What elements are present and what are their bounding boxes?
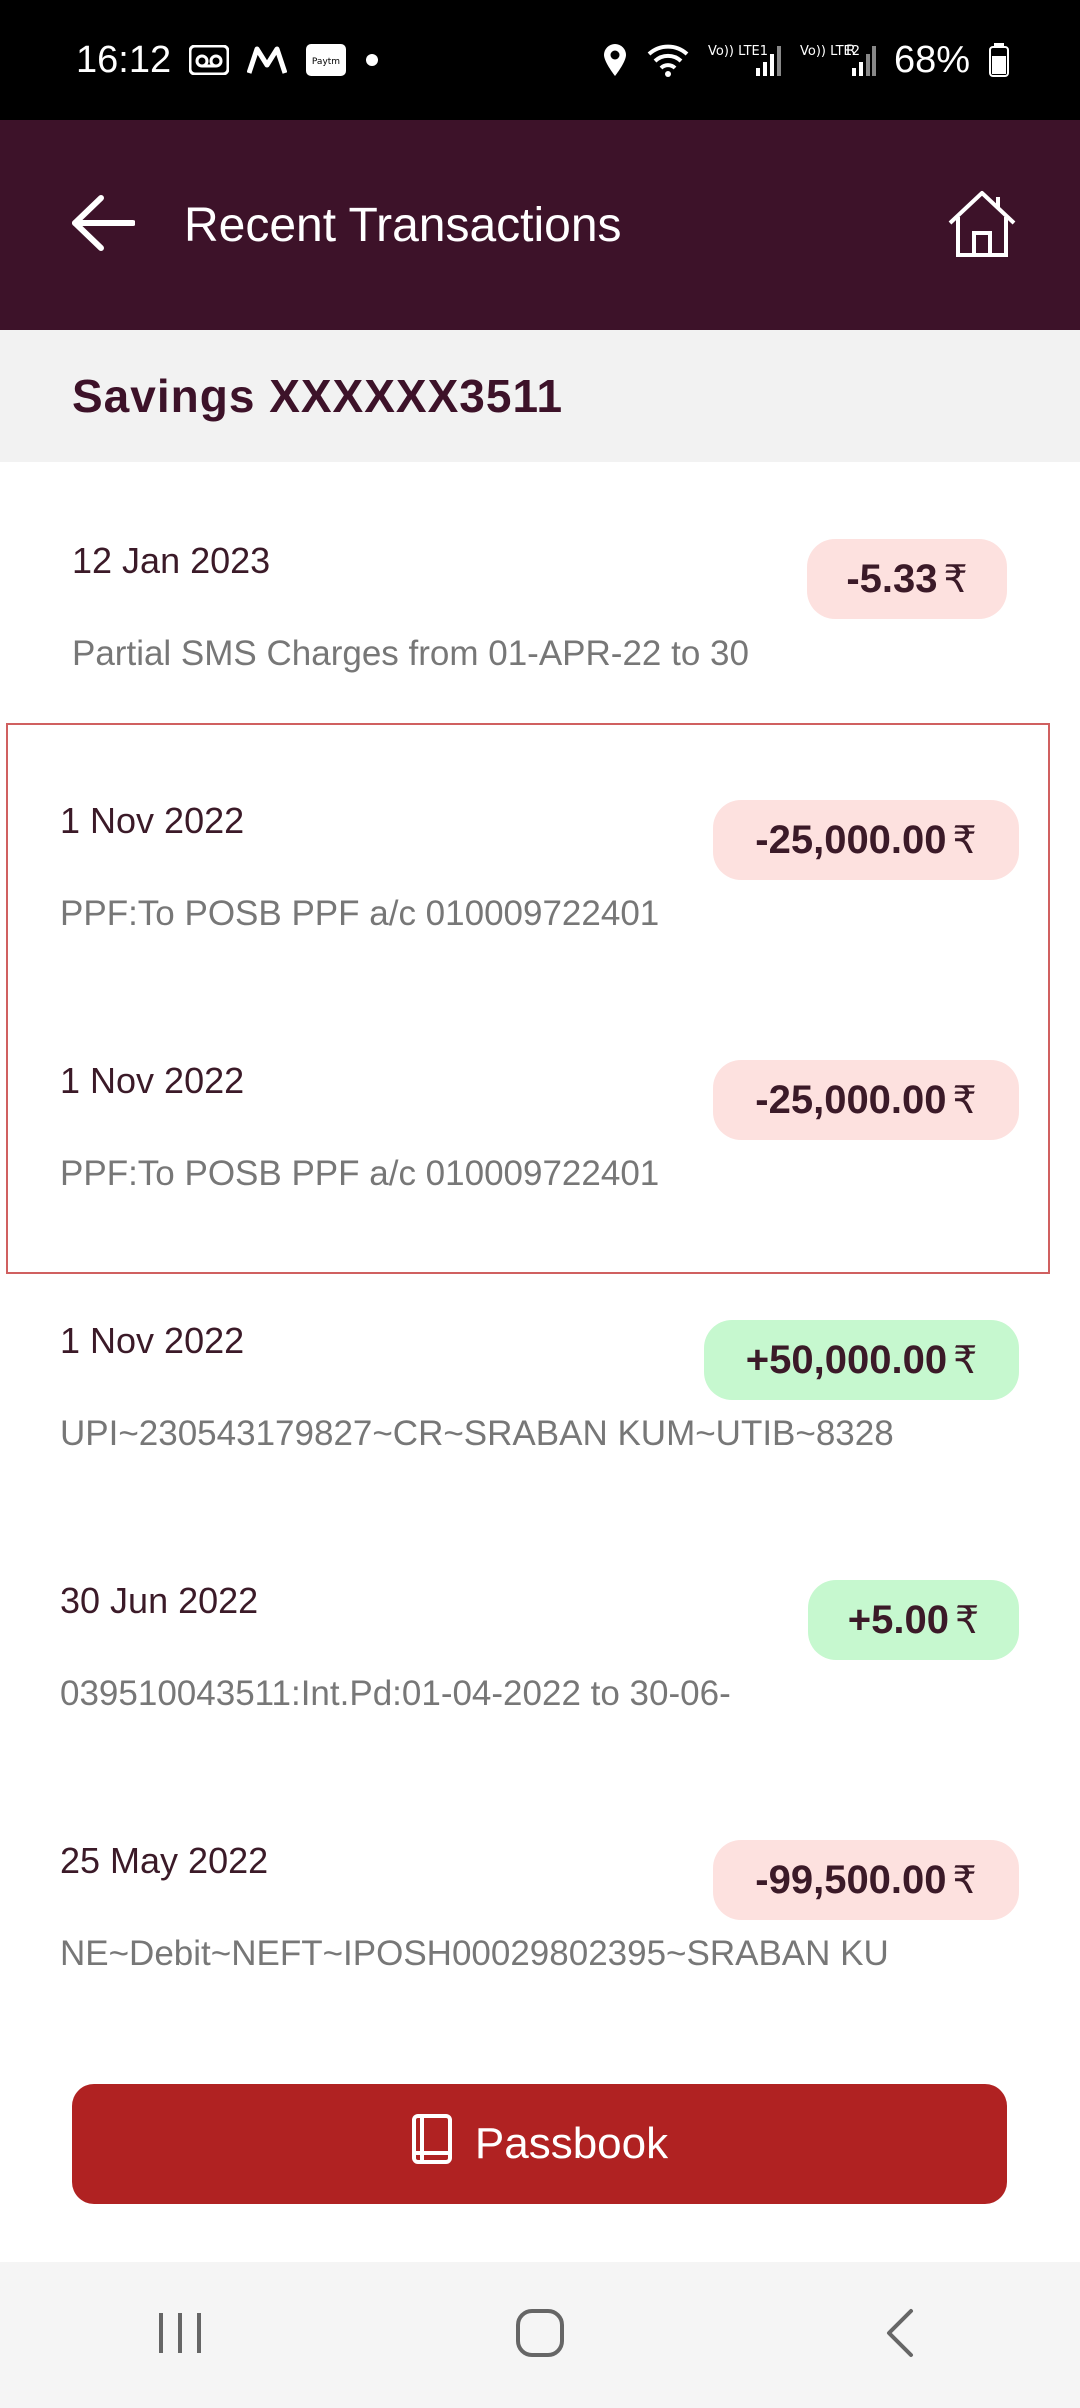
rupee-icon: ₹ [952, 819, 977, 862]
rupee-icon: ₹ [943, 558, 968, 601]
page-title: Recent Transactions [184, 198, 622, 252]
amount-value: -25,000.00 [755, 1077, 947, 1122]
transaction-item[interactable]: 1 Nov 2022 UPI~230543179827~CR~SRABAN KU… [0, 1300, 1080, 1480]
transaction-amount: +5.00 ₹ [808, 1580, 1019, 1660]
back-chevron-icon [885, 2308, 915, 2363]
rupee-icon: ₹ [952, 1859, 977, 1902]
amount-value: -25,000.00 [755, 817, 947, 862]
transaction-date: 1 Nov 2022 [60, 1060, 245, 1101]
status-time: 16:12 [76, 38, 172, 81]
status-bar: 16:12 Paytm Vo)) LTE1 Vo)) LTE2 R 68% [0, 0, 1080, 120]
transaction-item[interactable]: 1 Nov 2022 PPF:To POSB PPF a/c 010009722… [0, 780, 1080, 960]
transaction-item[interactable]: 30 Jun 2022 039510043511:Int.Pd:01-04-20… [0, 1560, 1080, 1740]
transaction-date: 25 May 2022 [60, 1840, 269, 1881]
rupee-icon: ₹ [952, 1079, 977, 1122]
transaction-item[interactable]: 25 May 2022 NE~Debit~NEFT~IPOSH000298023… [0, 1820, 1080, 2000]
home-icon [946, 187, 1018, 264]
transaction-date: 12 Jan 2023 [72, 540, 271, 581]
account-header: Savings XXXXXX3511 [0, 330, 1080, 462]
transaction-date: 1 Nov 2022 [60, 1320, 245, 1361]
paytm-icon: Paytm [305, 43, 347, 77]
transaction-description: 039510043511:Int.Pd:01-04-2022 to 30-06- [60, 1674, 731, 1713]
transaction-amount: -5.33 ₹ [807, 539, 1007, 619]
svg-text:Vo)) LTE1: Vo)) LTE1 [708, 44, 768, 59]
passbook-label: Passbook [474, 2119, 669, 2168]
home-nav-button[interactable] [480, 2285, 600, 2385]
transaction-amount: -25,000.00 ₹ [713, 1060, 1019, 1140]
transaction-amount: -25,000.00 ₹ [713, 800, 1019, 880]
svg-text:Paytm: Paytm [312, 57, 340, 67]
signal-lte1-icon: Vo)) LTE1 [708, 40, 782, 80]
back-button[interactable] [68, 190, 138, 260]
battery-icon [988, 42, 1010, 78]
home-button[interactable] [942, 185, 1022, 265]
arrow-left-icon [71, 194, 136, 256]
status-right: Vo)) LTE1 Vo)) LTE2 R 68% [602, 39, 1010, 82]
transaction-amount: -99,500.00 ₹ [713, 1840, 1019, 1920]
transaction-date: 1 Nov 2022 [60, 800, 245, 841]
rupee-icon: ₹ [953, 1339, 978, 1382]
location-icon [602, 43, 628, 77]
transaction-amount: +50,000.00 ₹ [704, 1320, 1019, 1400]
transaction-description: PPF:To POSB PPF a/c 010009722401 [60, 1154, 660, 1193]
voicemail-icon [189, 45, 230, 75]
home-circle-icon [515, 2308, 565, 2363]
svg-text:R: R [846, 43, 856, 59]
transaction-item[interactable]: 1 Nov 2022 PPF:To POSB PPF a/c 010009722… [0, 1040, 1080, 1220]
status-left: 16:12 Paytm [76, 39, 379, 82]
transaction-item[interactable]: 12 Jan 2023 Partial SMS Charges from 01-… [0, 520, 1080, 700]
transaction-description: UPI~230543179827~CR~SRABAN KUM~UTIB~8328 [60, 1414, 894, 1453]
book-icon [411, 2113, 453, 2176]
battery-percent: 68% [893, 38, 970, 81]
amount-value: +5.00 [847, 1597, 950, 1642]
recents-button[interactable] [120, 2285, 240, 2385]
back-nav-button[interactable] [840, 2285, 960, 2385]
transaction-description: Partial SMS Charges from 01-APR-22 to 30 [72, 634, 749, 673]
amount-value: -5.33 [846, 556, 938, 601]
amount-value: -99,500.00 [755, 1857, 947, 1902]
wifi-icon [646, 42, 690, 78]
passbook-button[interactable]: Passbook [72, 2084, 1007, 2204]
dot-icon [365, 53, 379, 67]
account-title: Savings XXXXXX3511 [72, 370, 564, 422]
myntra-icon [247, 45, 288, 75]
rupee-icon: ₹ [955, 1599, 980, 1642]
app-bar: Recent Transactions [0, 120, 1080, 330]
recents-icon [155, 2311, 205, 2360]
amount-value: +50,000.00 [745, 1337, 948, 1382]
transaction-description: PPF:To POSB PPF a/c 010009722401 [60, 894, 660, 933]
transaction-description: NE~Debit~NEFT~IPOSH00029802395~SRABAN KU [60, 1934, 889, 1973]
transaction-date: 30 Jun 2022 [60, 1580, 259, 1621]
signal-lte2-icon: Vo)) LTE2 R [800, 40, 876, 80]
system-nav-bar [0, 2262, 1080, 2408]
